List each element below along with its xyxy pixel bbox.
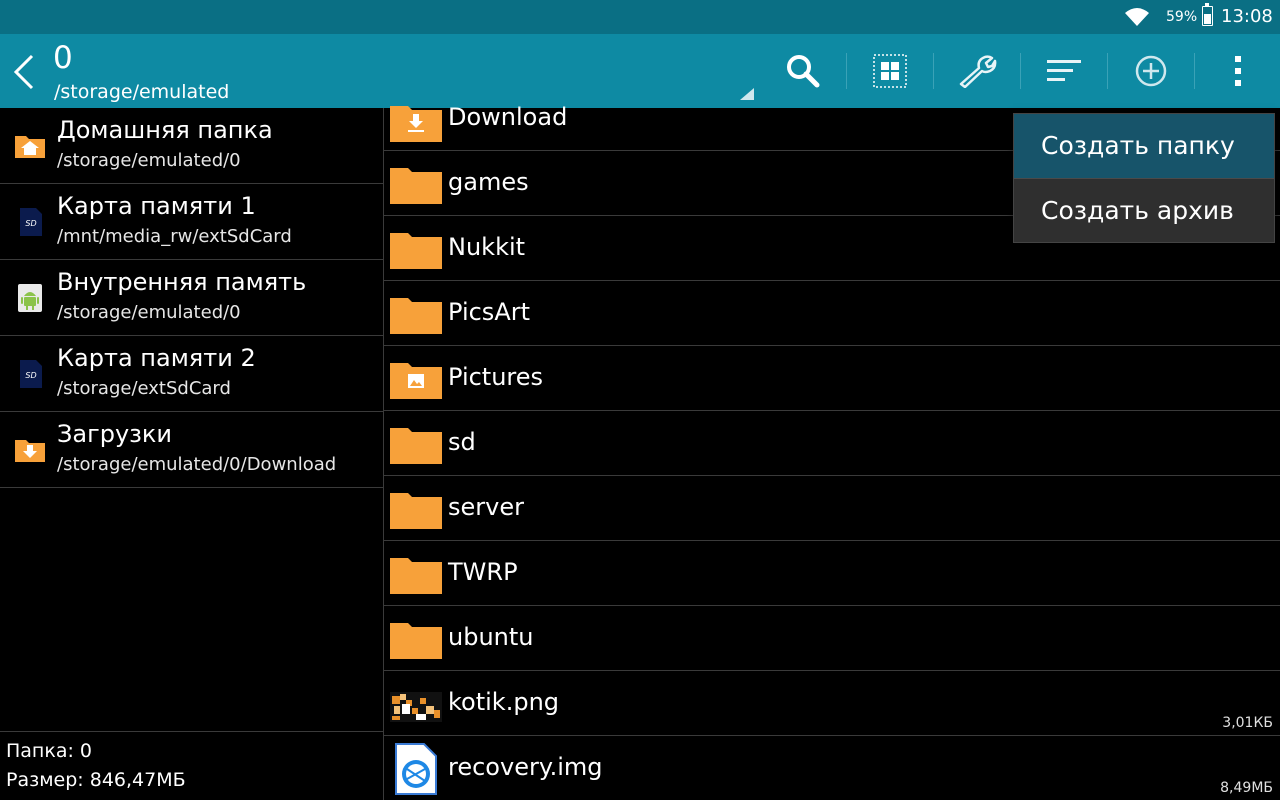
file-row-picsart[interactable]: PicsArt <box>384 281 1280 346</box>
location-item-sd-card-1[interactable]: SD Карта памяти 1 /mnt/media_rw/extSdCar… <box>0 184 383 260</box>
folder-icon <box>390 428 442 464</box>
folder-icon <box>390 233 442 269</box>
location-name: Карта памяти 2 <box>57 344 256 372</box>
file-row-recovery-img[interactable]: recovery.img 8,49МБ <box>384 736 1280 800</box>
add-circle-icon <box>1135 55 1167 87</box>
folder-size: Размер: 846,47МБ <box>6 769 186 791</box>
file-name: sd <box>448 428 476 456</box>
status-bar: 59% 13:08 <box>0 0 1280 34</box>
android-icon <box>18 284 42 312</box>
file-name: Download <box>448 103 568 131</box>
location-name: Внутренняя память <box>57 268 307 296</box>
location-name: Домашняя папка <box>57 116 273 144</box>
file-name: Pictures <box>448 363 544 391</box>
menu-item-create-archive[interactable]: Создать архив <box>1014 179 1274 243</box>
file-row-twrp[interactable]: TWRP <box>384 541 1280 606</box>
svg-text:SD: SD <box>25 371 36 380</box>
file-name: Nukkit <box>448 233 526 261</box>
disk-image-file-icon <box>395 743 437 795</box>
file-name: server <box>448 493 524 521</box>
download-folder-icon <box>15 440 45 462</box>
location-path: /mnt/media_rw/extSdCard <box>57 226 292 247</box>
download-folder-icon <box>390 106 442 142</box>
folder-icon <box>390 168 442 204</box>
file-row-server[interactable]: server <box>384 476 1280 541</box>
file-size: 3,01КБ <box>1222 715 1273 731</box>
location-item-internal-memory[interactable]: Внутренняя память /storage/emulated/0 <box>0 260 383 336</box>
location-path: /storage/emulated/0 <box>57 150 241 171</box>
file-name: recovery.img <box>448 753 603 781</box>
location-path: /storage/extSdCard <box>57 378 231 399</box>
location-item-home[interactable]: Домашняя папка /storage/emulated/0 <box>0 108 383 184</box>
location-name: Карта памяти 1 <box>57 192 256 220</box>
file-row-ubuntu[interactable]: ubuntu <box>384 606 1280 671</box>
folder-icon <box>390 558 442 594</box>
search-icon <box>787 55 820 88</box>
create-popup-menu: Создать папку Создать архив <box>1013 113 1275 243</box>
sort-icon <box>1047 60 1081 81</box>
wrench-icon <box>959 55 997 88</box>
location-path: /storage/emulated/0 <box>57 302 241 323</box>
folder-title: 0 <box>53 40 73 76</box>
folder-icon <box>390 623 442 659</box>
pictures-folder-icon <box>390 363 442 399</box>
file-name: games <box>448 168 529 196</box>
folder-summary: Папка: 0 Размер: 846,47МБ <box>0 731 383 800</box>
location-name: Загрузки <box>57 420 172 448</box>
home-folder-icon <box>15 136 45 158</box>
file-row-kotik-png[interactable]: kotik.png 3,01КБ <box>384 671 1280 736</box>
file-name: kotik.png <box>448 688 560 716</box>
battery-percent: 59% <box>1166 9 1198 25</box>
folder-icon <box>390 493 442 529</box>
back-icon[interactable] <box>10 52 40 92</box>
battery-icon <box>1202 3 1213 26</box>
location-path: /storage/emulated/0/Download <box>57 454 337 475</box>
folder-icon <box>390 298 442 334</box>
file-size: 8,49МБ <box>1220 780 1273 796</box>
file-name: PicsArt <box>448 298 531 326</box>
image-thumbnail-icon <box>390 692 442 722</box>
file-row-sd[interactable]: sd <box>384 411 1280 476</box>
location-item-downloads[interactable]: Загрузки /storage/emulated/0/Download <box>0 412 383 488</box>
folder-path[interactable]: /storage/emulated <box>54 81 229 103</box>
folder-count: Папка: 0 <box>6 740 93 762</box>
wifi-icon <box>1125 8 1149 26</box>
file-name: ubuntu <box>448 623 534 651</box>
file-row-pictures[interactable]: Pictures <box>384 346 1280 411</box>
overflow-menu-icon <box>1235 56 1241 86</box>
clock: 13:08 <box>1221 6 1273 27</box>
locations-panel: Домашняя папка /storage/emulated/0 SD Ка… <box>0 108 383 800</box>
location-item-sd-card-2[interactable]: SD Карта памяти 2 /storage/extSdCard <box>0 336 383 412</box>
sd-card-icon: SD <box>20 360 42 388</box>
svg-text:SD: SD <box>25 219 36 228</box>
file-name: TWRP <box>448 558 518 586</box>
grid-view-icon <box>873 54 907 88</box>
menu-item-create-folder[interactable]: Создать папку <box>1014 114 1274 178</box>
sd-card-icon: SD <box>20 208 42 236</box>
